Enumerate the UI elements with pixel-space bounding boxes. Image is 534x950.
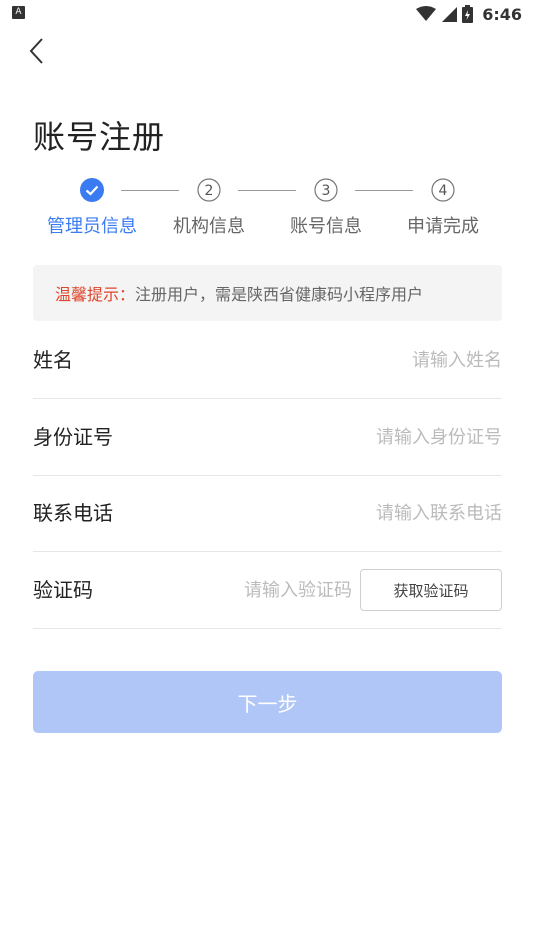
tip-text: 注册用户，需是陕西省健康码小程序用户	[135, 285, 424, 304]
step-label-admin-info: 管理员信息	[47, 216, 137, 237]
step-connector	[121, 190, 179, 191]
code-label: 验证码	[33, 578, 93, 602]
id-number-input[interactable]	[242, 419, 502, 455]
registration-stepper: 2 3 4 管理员信息 机构信息 账号信息 申请完成	[0, 176, 534, 237]
battery-icon	[462, 5, 474, 23]
code-input[interactable]	[172, 572, 352, 608]
back-button[interactable]	[20, 34, 52, 68]
svg-text:4: 4	[439, 183, 448, 199]
name-input[interactable]	[242, 342, 502, 378]
form-row-code: 验证码 获取验证码	[33, 552, 502, 629]
form-row-phone: 联系电话	[33, 475, 502, 552]
step-connector	[355, 190, 413, 191]
chevron-left-icon	[29, 38, 43, 64]
svg-text:2: 2	[205, 183, 214, 199]
phone-input[interactable]	[242, 495, 502, 531]
step-number-icon: 3	[314, 178, 338, 202]
form-row-name: 姓名	[33, 322, 502, 399]
app-notification-icon: A	[12, 6, 25, 19]
get-code-button[interactable]: 获取验证码	[360, 569, 502, 611]
check-circle-icon	[80, 178, 104, 202]
step-label-account-info: 账号信息	[290, 216, 362, 237]
status-bar: A 6:46	[0, 0, 534, 28]
next-step-button[interactable]: 下一步	[33, 671, 502, 733]
status-time: 6:46	[482, 4, 522, 24]
tip-prefix: 温馨提示：	[55, 285, 136, 304]
tip-banner: 温馨提示： 注册用户，需是陕西省健康码小程序用户	[33, 265, 502, 321]
name-label: 姓名	[33, 348, 73, 372]
step-connector	[238, 190, 296, 191]
step-label-complete: 申请完成	[407, 216, 479, 237]
form-row-id-number: 身份证号	[33, 399, 502, 476]
step-label-org-info: 机构信息	[173, 216, 245, 237]
phone-label: 联系电话	[33, 501, 113, 525]
id-number-label: 身份证号	[33, 425, 113, 449]
page-title: 账号注册	[33, 118, 166, 156]
status-icons: 6:46	[416, 4, 522, 24]
svg-text:3: 3	[322, 183, 331, 199]
signal-icon	[442, 7, 458, 22]
step-number-icon: 2	[197, 178, 221, 202]
wifi-icon	[416, 6, 437, 21]
step-number-icon: 4	[431, 178, 455, 202]
